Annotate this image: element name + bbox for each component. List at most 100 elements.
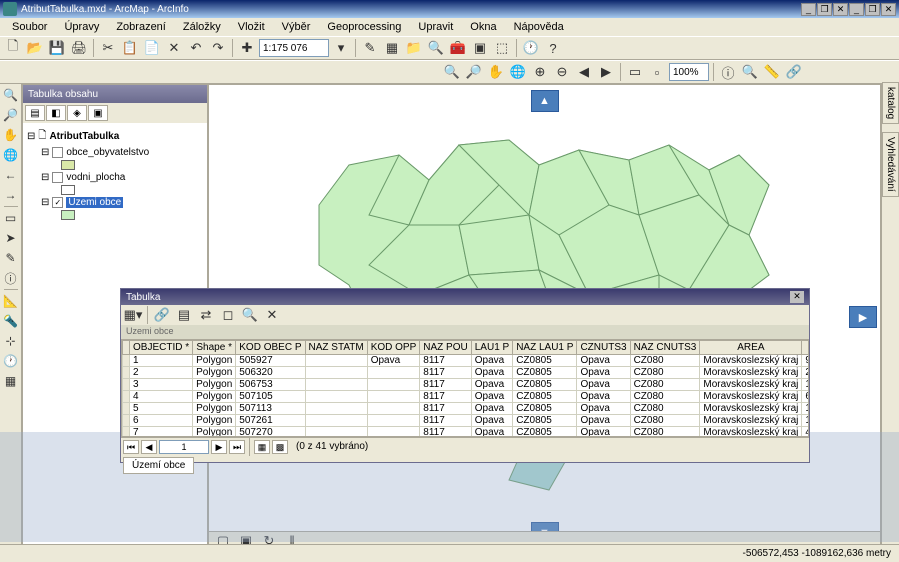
restore-button-2[interactable]: ❐ xyxy=(865,3,880,16)
menu-zalozky[interactable]: Záložky xyxy=(175,19,229,35)
next-extent-icon[interactable]: ▶ xyxy=(596,62,616,82)
identify-icon[interactable]: ⓘ xyxy=(718,62,738,82)
save-icon[interactable]: 💾 xyxy=(47,38,67,58)
toc-tab-drawing[interactable]: ▤ xyxy=(25,105,45,121)
fixed-zoomin-icon[interactable]: ⊕ xyxy=(530,62,550,82)
nav-first-button[interactable]: ⏮ xyxy=(123,440,139,454)
table-tab-uzemi[interactable]: Území obce xyxy=(123,457,194,474)
redo-icon[interactable]: ↷ xyxy=(208,38,228,58)
column-header[interactable]: NAZ CNUTS3 xyxy=(630,341,700,355)
nav-next-button[interactable]: ▶ xyxy=(211,440,227,454)
checkbox-icon[interactable] xyxy=(52,172,63,183)
menu-upravit[interactable]: Upravit xyxy=(410,19,461,35)
time-icon[interactable]: 🕐 xyxy=(521,38,541,58)
minimize-button-2[interactable]: _ xyxy=(849,3,864,16)
delete-selected-icon[interactable]: ✕ xyxy=(262,305,282,325)
menu-geoprocessing[interactable]: Geoprocessing xyxy=(319,19,409,35)
hyperlink-icon[interactable]: 🔗 xyxy=(784,62,804,82)
toc-tab-source[interactable]: ◧ xyxy=(46,105,66,121)
table-row[interactable]: 3Polygon5067538117OpavaCZ0805OpavaCZ080M… xyxy=(123,379,810,391)
tree-layer-obce[interactable]: ⊟ obce_obyvatelstvo xyxy=(27,146,203,159)
search-icon[interactable]: 🔍 xyxy=(426,38,446,58)
edit-tool-icon[interactable]: ✎ xyxy=(2,249,20,267)
measure-icon[interactable]: 📏 xyxy=(762,62,782,82)
column-header[interactable]: Shape * xyxy=(193,341,236,355)
nav-last-button[interactable]: ⏭ xyxy=(229,440,245,454)
table-grid[interactable]: OBJECTID *Shape *KOD OBEC PNAZ STATMKOD … xyxy=(121,339,809,437)
cut-icon[interactable]: ✂ xyxy=(98,38,118,58)
show-all-button[interactable]: ▦ xyxy=(254,440,270,454)
table-row[interactable]: 1Polygon505927Opava8117OpavaCZ0805OpavaC… xyxy=(123,355,810,367)
toc-tab-visibility[interactable]: ◈ xyxy=(67,105,87,121)
scale-input[interactable] xyxy=(259,39,329,57)
html-tool-icon[interactable]: ▦ xyxy=(2,372,20,390)
table-options-icon[interactable]: ▦▾ xyxy=(123,305,143,325)
paste-icon[interactable]: 📄 xyxy=(142,38,162,58)
column-header[interactable]: OBJECTID * xyxy=(130,341,193,355)
delete-icon[interactable]: ✕ xyxy=(164,38,184,58)
restore-button[interactable]: ❐ xyxy=(817,3,832,16)
zoomout-icon[interactable]: 🔎 xyxy=(464,62,484,82)
catalog-icon[interactable]: 📁 xyxy=(404,38,424,58)
zoomin-icon[interactable]: 🔍 xyxy=(442,62,462,82)
nav-record-input[interactable] xyxy=(159,440,209,454)
model-icon[interactable]: ⬚ xyxy=(492,38,512,58)
undo-icon[interactable]: ↶ xyxy=(186,38,206,58)
switch-sel-icon[interactable]: ⇄ xyxy=(196,305,216,325)
select-by-attr-icon[interactable]: ▤ xyxy=(174,305,194,325)
column-header[interactable]: KOD OBEC P xyxy=(236,341,305,355)
help-icon[interactable]: ? xyxy=(543,38,563,58)
checkbox-icon[interactable] xyxy=(52,147,63,158)
menu-vyber[interactable]: Výběr xyxy=(274,19,319,35)
copy-icon[interactable]: 📋 xyxy=(120,38,140,58)
find-tool-icon[interactable]: 🔦 xyxy=(2,312,20,330)
table-row[interactable]: 6Polygon5072618117OpavaCZ0805OpavaCZ080M… xyxy=(123,415,810,427)
clear-selection-icon[interactable]: ◻ xyxy=(218,305,238,325)
table-titlebar[interactable]: Tabulka ✕ xyxy=(121,289,809,305)
show-selected-button[interactable]: ▩ xyxy=(272,440,288,454)
toolbox-icon[interactable]: 🧰 xyxy=(448,38,468,58)
column-header[interactable]: NAZ STATM xyxy=(305,341,367,355)
close-button[interactable]: ✕ xyxy=(833,3,848,16)
search-tab[interactable]: Vyhledávání xyxy=(882,132,899,197)
menu-zobrazeni[interactable]: Zobrazení xyxy=(108,19,174,35)
time-tool-icon[interactable]: 🕐 xyxy=(2,352,20,370)
minimize-button[interactable]: _ xyxy=(801,3,816,16)
zoom-percent[interactable] xyxy=(669,63,709,81)
column-header[interactable]: NAZ LAU1 P xyxy=(513,341,577,355)
related-tables-icon[interactable]: 🔗 xyxy=(152,305,172,325)
prev-extent-icon[interactable]: ◀ xyxy=(574,62,594,82)
extent-tool-icon[interactable]: 🌐 xyxy=(2,146,20,164)
open-icon[interactable]: 📂 xyxy=(25,38,45,58)
table-row[interactable]: 5Polygon5071138117OpavaCZ0805OpavaCZ080M… xyxy=(123,403,810,415)
tree-layer-uzemi[interactable]: ⊟✓ Uzemi obce xyxy=(27,196,203,209)
pan-up-button[interactable]: ▲ xyxy=(531,90,559,112)
column-header[interactable]: NAZ POU xyxy=(420,341,471,355)
back-tool-icon[interactable]: ← xyxy=(2,166,20,184)
menu-vlozit[interactable]: Vložit xyxy=(230,19,273,35)
menu-soubor[interactable]: Soubor xyxy=(4,19,55,35)
column-header[interactable]: LAU1 P xyxy=(471,341,512,355)
table-row[interactable]: 4Polygon5071058117OpavaCZ0805OpavaCZ080M… xyxy=(123,391,810,403)
close-button-2[interactable]: ✕ xyxy=(881,3,896,16)
table-row[interactable]: 2Polygon5063208117OpavaCZ0805OpavaCZ080M… xyxy=(123,367,810,379)
pan-right-button[interactable]: ▶ xyxy=(849,306,877,328)
python-icon[interactable]: ▣ xyxy=(470,38,490,58)
select-icon[interactable]: ▭ xyxy=(625,62,645,82)
measure-tool-icon[interactable]: 📐 xyxy=(2,292,20,310)
pan-icon[interactable]: ✋ xyxy=(486,62,506,82)
zoom-tool-icon[interactable]: 🔍 xyxy=(2,86,20,104)
menu-napoveda[interactable]: Nápověda xyxy=(506,19,572,35)
menu-upravy[interactable]: Úpravy xyxy=(56,19,107,35)
xy-tool-icon[interactable]: ⊹ xyxy=(2,332,20,350)
dropdown-icon[interactable]: ▾ xyxy=(331,38,351,58)
identify-tool-icon[interactable]: ⓘ xyxy=(2,269,20,287)
editor-icon[interactable]: ✎ xyxy=(360,38,380,58)
full-extent-icon[interactable]: 🌐 xyxy=(508,62,528,82)
nav-prev-button[interactable]: ◀ xyxy=(141,440,157,454)
column-header[interactable] xyxy=(123,341,130,355)
pointer-tool-icon[interactable]: ➤ xyxy=(2,229,20,247)
zoomout-tool-icon[interactable]: 🔎 xyxy=(2,106,20,124)
new-icon[interactable]: 🗋 xyxy=(3,38,23,58)
print-icon[interactable]: 🖨 xyxy=(69,38,89,58)
